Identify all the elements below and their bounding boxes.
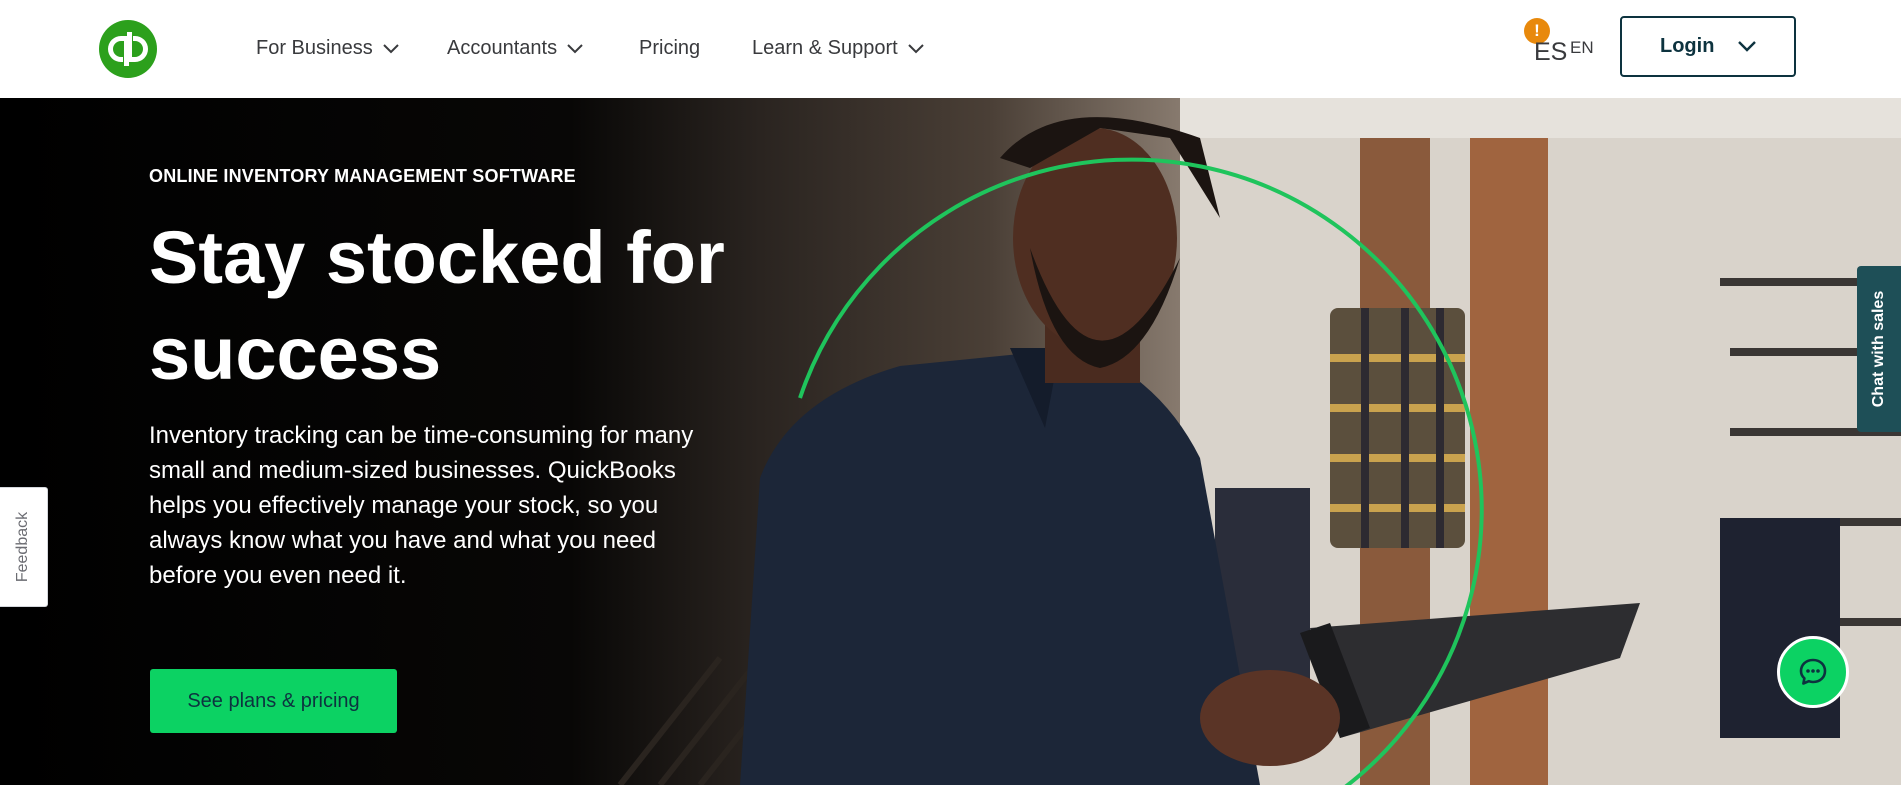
- nav-label: Accountants: [447, 37, 558, 59]
- nav-label: Pricing: [639, 37, 701, 59]
- cta-label: See plans & pricing: [187, 689, 360, 712]
- nav-for-business[interactable]: For Business: [256, 37, 399, 60]
- quickbooks-logo-icon[interactable]: [99, 20, 157, 78]
- chevron-down-icon: [1738, 41, 1756, 52]
- hero-section: ONLINE INVENTORY MANAGEMENT SOFTWARE Sta…: [0, 98, 1901, 785]
- nav-accountants[interactable]: Accountants: [447, 37, 583, 60]
- chat-with-sales-tab[interactable]: Chat with sales: [1857, 266, 1901, 432]
- nav-label: For Business: [256, 37, 373, 59]
- feedback-label: Feedback: [14, 511, 32, 583]
- hero-headline: Stay stocked for success: [149, 210, 799, 402]
- language-es[interactable]: ES: [1534, 38, 1567, 67]
- nav-pricing[interactable]: Pricing: [639, 37, 700, 60]
- hero-eyebrow: ONLINE INVENTORY MANAGEMENT SOFTWARE: [149, 166, 576, 186]
- hero-description: Inventory tracking can be time-consuming…: [149, 422, 694, 589]
- see-plans-pricing-button[interactable]: See plans & pricing: [150, 669, 397, 733]
- chat-bubble-icon[interactable]: [1777, 636, 1849, 708]
- language-switcher[interactable]: ! ES EN: [1524, 18, 1596, 68]
- nav-learn-support[interactable]: Learn & Support: [752, 37, 924, 60]
- login-button[interactable]: Login: [1620, 16, 1796, 77]
- chevron-down-icon: [383, 43, 399, 53]
- chevron-down-icon: [907, 43, 924, 53]
- site-header: For Business Accountants Pricing Learn &…: [0, 0, 1901, 98]
- feedback-tab[interactable]: Feedback: [0, 487, 48, 607]
- nav-label: Learn & Support: [752, 37, 898, 59]
- chevron-down-icon: [567, 43, 583, 53]
- sales-chat-label: Chat with sales: [1870, 290, 1888, 408]
- chat-icon: [1799, 658, 1827, 685]
- headline-line-1: Stay stocked for: [149, 216, 725, 299]
- login-label: Login: [1660, 35, 1715, 57]
- headline-line-2: success: [149, 312, 442, 395]
- language-en[interactable]: EN: [1570, 38, 1594, 58]
